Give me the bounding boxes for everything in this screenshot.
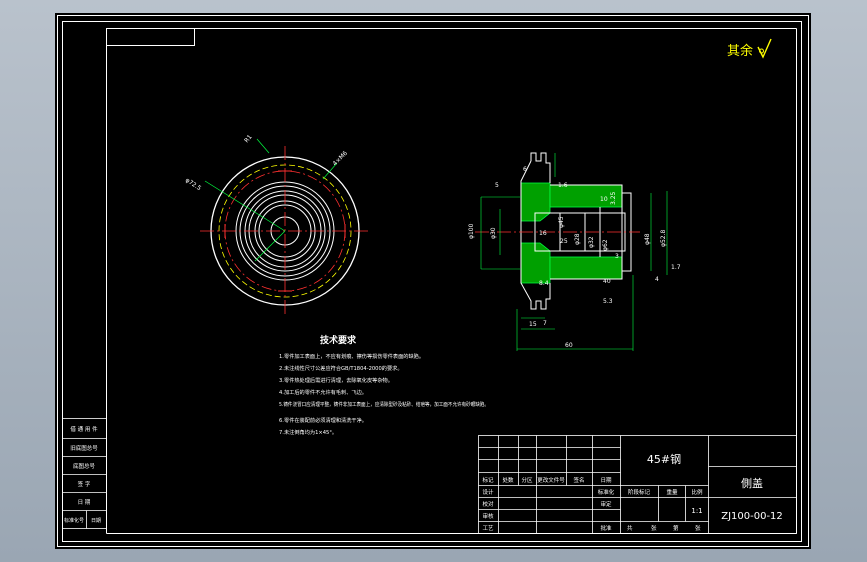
dim-phi100: φ100 (468, 223, 475, 239)
hdr-count: 处数 (502, 476, 514, 484)
hdr-weight: 重量 (666, 488, 678, 496)
side-footer-1: 日期 (91, 518, 101, 524)
dim-r1: R1 (243, 134, 254, 145)
side-row-2: 底图总号 (73, 462, 96, 470)
dim-6: 6 (523, 166, 527, 173)
side-footer-0: 标准化号 (64, 517, 84, 524)
sheet-no-post: 张 (695, 524, 701, 532)
dim-5p3: 5.3 (603, 298, 613, 305)
top-teeth (530, 152, 551, 183)
note-5: 5.铸件浇冒口应清理平整，铸件非加工表面上，应清除型砂及粘砂、结疤等，加工面不允… (279, 400, 489, 408)
cad-viewport[interactable]: 其余 R1 4×M6 φ72.5 φ100 φ30 φ45 φ28 φ32 φ6… (55, 13, 811, 549)
dim-phi62: φ62 (602, 239, 609, 251)
row-check: 校对 (482, 500, 494, 508)
dim-3: 3 (615, 253, 619, 260)
hdr-stage: 阶段标记 (628, 488, 651, 496)
drawing-number: ZJ100-00-12 (721, 511, 783, 522)
side-table: 借 通 用 件 旧底图总号 底图总号 签 字 日 期 标准化号 日期 (62, 418, 107, 529)
side-row-0: 借 通 用 件 (70, 425, 98, 433)
dim-3p25: 3.25 (610, 191, 617, 205)
dim-40: 40 (603, 278, 611, 285)
dim-10: 10 (600, 196, 608, 203)
hdr-file: 更改文件号 (537, 476, 565, 484)
note-1: 1.零件加工表面上，不应有划痕、擦伤等损伤零件表面的缺陷。 (279, 352, 424, 360)
dim-7: 7 (543, 320, 547, 327)
side-row-4: 日 期 (78, 499, 91, 506)
dim-4: 4 (655, 276, 659, 283)
dim-1p7: 1.7 (671, 264, 681, 271)
material-text: 45#钢 (647, 453, 681, 466)
row-process: 工艺 (482, 525, 494, 532)
row-review: 审核 (482, 512, 494, 520)
dim-25: 25 (560, 238, 568, 245)
end-view: R1 4×M6 φ72.5 (184, 134, 370, 316)
note-6: 6.零件在装配前必须清理和清洗干净。 (279, 416, 367, 424)
hdr-scale: 比例 (691, 488, 703, 496)
sheet-no-pre: 第 (673, 524, 679, 532)
dim-60: 60 (565, 342, 573, 349)
dim-m6: 4×M6 (331, 150, 349, 168)
dim-phi32: φ32 (588, 236, 595, 248)
part-name: 側盖 (741, 476, 763, 490)
dim-8p4: 8.4 (539, 280, 549, 287)
drawing-sheet: 其余 R1 4×M6 φ72.5 φ100 φ30 φ45 φ28 φ32 φ6… (57, 15, 809, 547)
note-7: 7.未注倒角均为1×45°。 (279, 428, 337, 436)
sheet-total-post: 张 (651, 524, 657, 532)
dim-1p6: 1.6 (558, 182, 568, 189)
row-authorize: 批准 (600, 524, 612, 532)
inner-frame (62, 21, 802, 542)
dim-phi48: φ48 (644, 233, 651, 245)
dim-16: 16 (539, 230, 547, 237)
note-3: 3.零件热处理后需进行清理，去除氧化皮等杂物。 (279, 376, 393, 384)
row-design: 设计 (482, 488, 494, 496)
side-row-1: 旧底图总号 (70, 444, 98, 452)
row-standard: 标准化 (598, 488, 615, 496)
row-approve: 审定 (600, 500, 612, 508)
dim-15: 15 (529, 321, 537, 328)
hdr-date: 日期 (600, 477, 612, 484)
technical-notes: 技术要求 1.零件加工表面上，不应有划痕、擦伤等损伤零件表面的缺陷。 2.未注线… (279, 334, 489, 436)
outer-frame (57, 15, 809, 547)
note-2: 2.未注线性尺寸公差应符合GB/T1804-2000的要求。 (279, 364, 403, 372)
side-table-frame (62, 418, 107, 529)
dim-dia-left: φ72.5 (184, 177, 202, 192)
note-4: 4.加工后的零件不允许有毛刺、飞边。 (279, 388, 367, 396)
scale-value: 1:1 (691, 507, 702, 515)
leader-r1 (256, 138, 270, 154)
surface-finish-text: 其余 (727, 43, 753, 59)
hub-lower (549, 256, 623, 280)
dim-phi52: φ52.8 (660, 230, 667, 248)
leader-dia (204, 180, 286, 232)
dim-phi28: φ28 (574, 233, 581, 245)
dim-5: 5 (495, 182, 499, 189)
hdr-mark: 标记 (482, 476, 494, 484)
dim-phi45: φ45 (558, 216, 565, 228)
hdr-sign: 签名 (573, 476, 584, 484)
roughness-check-icon (757, 38, 772, 59)
dim-phi30: φ30 (490, 227, 497, 239)
section-view: φ100 φ30 φ45 φ28 φ32 φ62 φ48 φ52.8 16 25… (468, 152, 681, 351)
hdr-zone: 分区 (521, 476, 533, 484)
notes-heading: 技术要求 (320, 334, 357, 346)
sheet-total-pre: 共 (627, 524, 633, 532)
code-box (106, 28, 195, 46)
title-block: 45#钢 側盖 ZJ100-00-12 1:1 标记 处数 分区 更改文件号 签… (478, 435, 797, 534)
side-row-3: 签 字 (78, 480, 91, 488)
